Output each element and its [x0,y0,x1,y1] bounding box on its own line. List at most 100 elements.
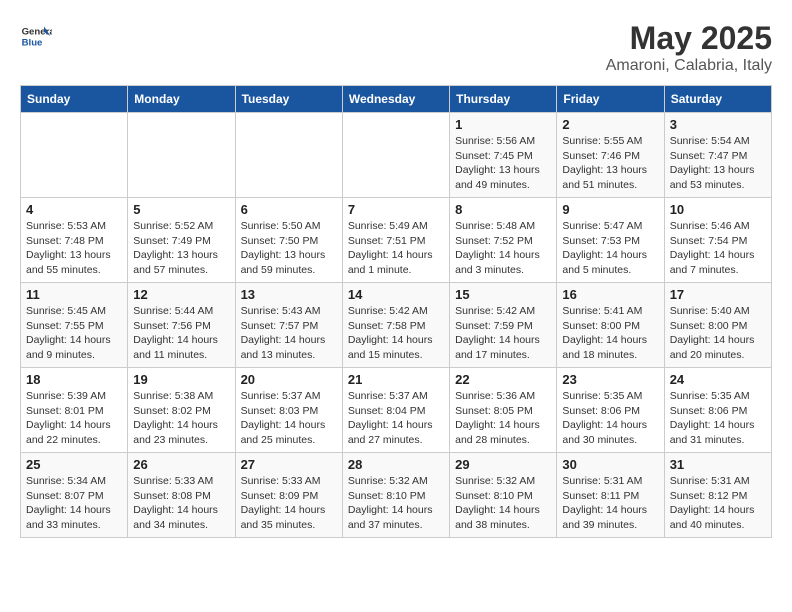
col-monday: Monday [128,86,235,113]
day-number: 1 [455,117,551,132]
day-info: Sunrise: 5:48 AMSunset: 7:52 PMDaylight:… [455,219,551,278]
col-friday: Friday [557,86,664,113]
calendar-cell: 6 Sunrise: 5:50 AMSunset: 7:50 PMDaylight… [235,198,342,283]
day-info: Sunrise: 5:47 AMSunset: 7:53 PMDaylight:… [562,219,658,278]
day-number: 19 [133,372,229,387]
day-number: 11 [26,287,122,302]
calendar-cell: 16 Sunrise: 5:41 AMSunset: 8:00 PMDayligh… [557,283,664,368]
day-info: Sunrise: 5:40 AMSunset: 8:00 PMDaylight:… [670,304,766,363]
day-number: 5 [133,202,229,217]
day-info: Sunrise: 5:45 AMSunset: 7:55 PMDaylight:… [26,304,122,363]
calendar-cell: 31Sunrise: 5:31 AMSunset: 8:12 PMDayligh… [664,453,771,538]
calendar-cell: 7 Sunrise: 5:49 AMSunset: 7:51 PMDaylight… [342,198,449,283]
day-number: 15 [455,287,551,302]
col-saturday: Saturday [664,86,771,113]
calendar-cell: 22 Sunrise: 5:36 AMSunset: 8:05 PMDayligh… [450,368,557,453]
day-info: Sunrise: 5:32 AMSunset: 8:10 PMDaylight:… [348,474,444,533]
calendar-cell: 1 Sunrise: 5:56 AMSunset: 7:45 PMDaylight… [450,113,557,198]
logo: General Blue [20,20,52,52]
day-info: Sunrise: 5:56 AMSunset: 7:45 PMDaylight:… [455,134,551,193]
day-number: 26 [133,457,229,472]
day-number: 4 [26,202,122,217]
calendar-week-4: 18 Sunrise: 5:39 AMSunset: 8:01 PMDayligh… [21,368,772,453]
day-number: 6 [241,202,337,217]
day-info: Sunrise: 5:36 AMSunset: 8:05 PMDaylight:… [455,389,551,448]
calendar-subtitle: Amaroni, Calabria, Italy [606,57,772,75]
calendar-cell: 12Sunrise: 5:44 AMSunset: 7:56 PMDayligh… [128,283,235,368]
calendar-cell: 5Sunrise: 5:52 AMSunset: 7:49 PMDaylight… [128,198,235,283]
calendar-cell: 11 Sunrise: 5:45 AMSunset: 7:55 PMDayligh… [21,283,128,368]
calendar-cell [128,113,235,198]
col-thursday: Thursday [450,86,557,113]
day-number: 25 [26,457,122,472]
calendar-cell [235,113,342,198]
day-info: Sunrise: 5:42 AMSunset: 7:59 PMDaylight:… [455,304,551,363]
calendar-cell: 20 Sunrise: 5:37 AMSunset: 8:03 PMDayligh… [235,368,342,453]
day-number: 22 [455,372,551,387]
day-info: Sunrise: 5:39 AMSunset: 8:01 PMDaylight:… [26,389,122,448]
day-info: Sunrise: 5:43 AMSunset: 7:57 PMDaylight:… [241,304,337,363]
calendar-cell: 9 Sunrise: 5:47 AMSunset: 7:53 PMDaylight… [557,198,664,283]
day-info: Sunrise: 5:35 AMSunset: 8:06 PMDaylight:… [670,389,766,448]
day-info: Sunrise: 5:32 AMSunset: 8:10 PMDaylight:… [455,474,551,533]
day-info: Sunrise: 5:54 AMSunset: 7:47 PMDaylight:… [670,134,766,193]
day-info: Sunrise: 5:33 AMSunset: 8:09 PMDaylight:… [241,474,337,533]
calendar-cell: 19 Sunrise: 5:38 AMSunset: 8:02 PMDayligh… [128,368,235,453]
col-tuesday: Tuesday [235,86,342,113]
calendar-week-2: 4 Sunrise: 5:53 AMSunset: 7:48 PMDaylight… [21,198,772,283]
calendar-cell: 18 Sunrise: 5:39 AMSunset: 8:01 PMDayligh… [21,368,128,453]
calendar-cell: 14 Sunrise: 5:42 AMSunset: 7:58 PMDayligh… [342,283,449,368]
svg-text:Blue: Blue [22,38,43,49]
day-info: Sunrise: 5:50 AMSunset: 7:50 PMDaylight:… [241,219,337,278]
day-number: 20 [241,372,337,387]
calendar-week-1: 1 Sunrise: 5:56 AMSunset: 7:45 PMDaylight… [21,113,772,198]
calendar-title: May 2025 [606,20,772,57]
calendar-cell: 27 Sunrise: 5:33 AMSunset: 8:09 PMDayligh… [235,453,342,538]
day-info: Sunrise: 5:49 AMSunset: 7:51 PMDaylight:… [348,219,444,278]
day-number: 10 [670,202,766,217]
calendar-cell [342,113,449,198]
calendar-cell: 8Sunrise: 5:48 AMSunset: 7:52 PMDaylight… [450,198,557,283]
day-number: 18 [26,372,122,387]
calendar-week-5: 25 Sunrise: 5:34 AMSunset: 8:07 PMDayligh… [21,453,772,538]
day-number: 29 [455,457,551,472]
calendar-cell: 10Sunrise: 5:46 AMSunset: 7:54 PMDayligh… [664,198,771,283]
day-info: Sunrise: 5:37 AMSunset: 8:03 PMDaylight:… [241,389,337,448]
calendar-cell [21,113,128,198]
day-info: Sunrise: 5:37 AMSunset: 8:04 PMDaylight:… [348,389,444,448]
day-number: 3 [670,117,766,132]
day-number: 7 [348,202,444,217]
day-number: 12 [133,287,229,302]
day-number: 13 [241,287,337,302]
day-info: Sunrise: 5:31 AMSunset: 8:11 PMDaylight:… [562,474,658,533]
calendar-cell: 28 Sunrise: 5:32 AMSunset: 8:10 PMDayligh… [342,453,449,538]
day-number: 14 [348,287,444,302]
day-number: 23 [562,372,658,387]
title-block: May 2025 Amaroni, Calabria, Italy [606,20,772,75]
day-number: 2 [562,117,658,132]
calendar-cell: 25 Sunrise: 5:34 AMSunset: 8:07 PMDayligh… [21,453,128,538]
day-number: 30 [562,457,658,472]
calendar-cell: 21 Sunrise: 5:37 AMSunset: 8:04 PMDayligh… [342,368,449,453]
day-number: 27 [241,457,337,472]
day-number: 16 [562,287,658,302]
day-info: Sunrise: 5:41 AMSunset: 8:00 PMDaylight:… [562,304,658,363]
calendar-cell: 3 Sunrise: 5:54 AMSunset: 7:47 PMDaylight… [664,113,771,198]
calendar-cell: 2Sunrise: 5:55 AMSunset: 7:46 PMDaylight… [557,113,664,198]
day-number: 31 [670,457,766,472]
calendar-cell: 30 Sunrise: 5:31 AMSunset: 8:11 PMDayligh… [557,453,664,538]
day-info: Sunrise: 5:34 AMSunset: 8:07 PMDaylight:… [26,474,122,533]
calendar-week-3: 11 Sunrise: 5:45 AMSunset: 7:55 PMDayligh… [21,283,772,368]
day-number: 21 [348,372,444,387]
day-info: Sunrise: 5:38 AMSunset: 8:02 PMDaylight:… [133,389,229,448]
day-number: 9 [562,202,658,217]
calendar-cell: 17Sunrise: 5:40 AMSunset: 8:00 PMDayligh… [664,283,771,368]
day-info: Sunrise: 5:53 AMSunset: 7:48 PMDaylight:… [26,219,122,278]
day-number: 28 [348,457,444,472]
day-info: Sunrise: 5:42 AMSunset: 7:58 PMDaylight:… [348,304,444,363]
calendar-table: Sunday Monday Tuesday Wednesday Thursday… [20,85,772,538]
calendar-header-row: Sunday Monday Tuesday Wednesday Thursday… [21,86,772,113]
calendar-cell: 23Sunrise: 5:35 AMSunset: 8:06 PMDayligh… [557,368,664,453]
calendar-cell: 29 Sunrise: 5:32 AMSunset: 8:10 PMDayligh… [450,453,557,538]
calendar-cell: 26Sunrise: 5:33 AMSunset: 8:08 PMDayligh… [128,453,235,538]
